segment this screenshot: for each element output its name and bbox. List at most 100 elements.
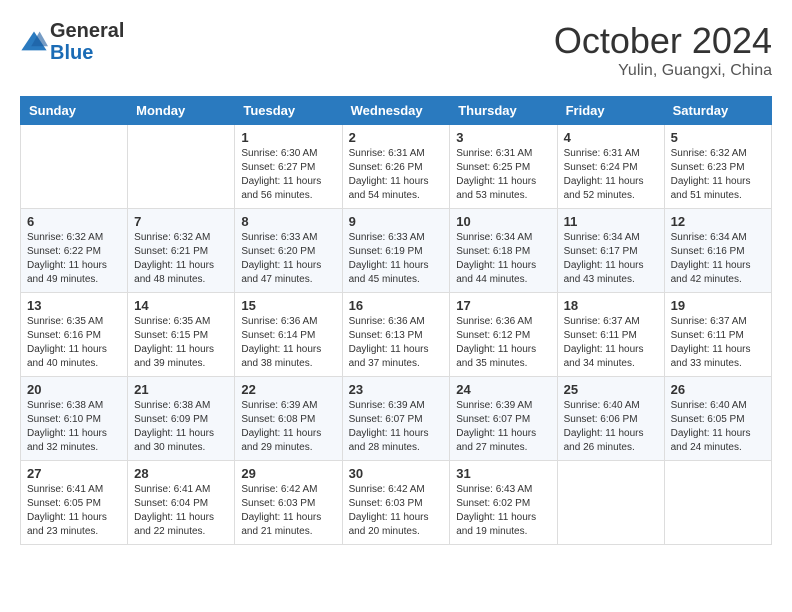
day-number: 25 xyxy=(564,382,658,397)
table-row: 18 Sunrise: 6:37 AMSunset: 6:11 PMDayligh… xyxy=(557,293,664,377)
col-wednesday: Wednesday xyxy=(342,97,450,125)
header: General Blue October 2024 Yulin, Guangxi… xyxy=(20,20,772,80)
day-info: Sunrise: 6:31 AMSunset: 6:26 PMDaylight:… xyxy=(349,147,444,203)
day-info: Sunrise: 6:42 AMSunset: 6:03 PMDaylight:… xyxy=(349,483,444,539)
day-info: Sunrise: 6:30 AMSunset: 6:27 PMDaylight:… xyxy=(241,147,335,203)
logo-general: General xyxy=(50,20,124,42)
logo-icon xyxy=(20,28,48,56)
day-number: 15 xyxy=(241,298,335,313)
table-row: 20 Sunrise: 6:38 AMSunset: 6:10 PMDayligh… xyxy=(21,377,128,461)
table-row: 13 Sunrise: 6:35 AMSunset: 6:16 PMDayligh… xyxy=(21,293,128,377)
table-row: 16Sunrise: 6:36 AMSunset: 6:13 PMDayligh… xyxy=(342,293,450,377)
day-number: 14 xyxy=(134,298,228,313)
day-info: Sunrise: 6:34 AMSunset: 6:18 PMDaylight:… xyxy=(456,231,550,287)
day-info: Sunrise: 6:34 AMSunset: 6:16 PMDaylight:… xyxy=(671,231,765,287)
day-info: Sunrise: 6:37 AMSunset: 6:11 PMDaylight:… xyxy=(671,315,765,371)
calendar-week-row: 20 Sunrise: 6:38 AMSunset: 6:10 PMDayligh… xyxy=(21,377,772,461)
table-row: 28 Sunrise: 6:41 AMSunset: 6:04 PMDayligh… xyxy=(128,461,235,545)
table-row: 6 Sunrise: 6:32 AMSunset: 6:22 PMDaylight… xyxy=(21,209,128,293)
day-info: Sunrise: 6:32 AMSunset: 6:21 PMDaylight:… xyxy=(134,231,228,287)
table-row: 5Sunrise: 6:32 AMSunset: 6:23 PMDaylight… xyxy=(664,125,771,209)
table-row: 22 Sunrise: 6:39 AMSunset: 6:08 PMDayligh… xyxy=(235,377,342,461)
day-number: 26 xyxy=(671,382,765,397)
calendar-week-row: 13 Sunrise: 6:35 AMSunset: 6:16 PMDayligh… xyxy=(21,293,772,377)
location: Yulin, Guangxi, China xyxy=(554,62,772,80)
day-number: 13 xyxy=(27,298,121,313)
day-number: 6 xyxy=(27,214,121,229)
table-row: 27 Sunrise: 6:41 AMSunset: 6:05 PMDayligh… xyxy=(21,461,128,545)
calendar-week-row: 1 Sunrise: 6:30 AMSunset: 6:27 PMDaylight… xyxy=(21,125,772,209)
table-row xyxy=(128,125,235,209)
col-saturday: Saturday xyxy=(664,97,771,125)
day-info: Sunrise: 6:39 AMSunset: 6:07 PMDaylight:… xyxy=(349,399,444,455)
logo-text: General Blue xyxy=(50,20,124,64)
day-info: Sunrise: 6:31 AMSunset: 6:24 PMDaylight:… xyxy=(564,147,658,203)
day-info: Sunrise: 6:36 AMSunset: 6:14 PMDaylight:… xyxy=(241,315,335,371)
table-row: 30 Sunrise: 6:42 AMSunset: 6:03 PMDayligh… xyxy=(342,461,450,545)
month-year: October 2024 xyxy=(554,20,772,62)
day-number: 3 xyxy=(456,130,550,145)
table-row: 15 Sunrise: 6:36 AMSunset: 6:14 PMDayligh… xyxy=(235,293,342,377)
day-info: Sunrise: 6:36 AMSunset: 6:12 PMDaylight:… xyxy=(456,315,550,371)
table-row: 17 Sunrise: 6:36 AMSunset: 6:12 PMDayligh… xyxy=(450,293,557,377)
day-info: Sunrise: 6:37 AMSunset: 6:11 PMDaylight:… xyxy=(564,315,658,371)
day-number: 28 xyxy=(134,466,228,481)
day-info: Sunrise: 6:41 AMSunset: 6:05 PMDaylight:… xyxy=(27,483,121,539)
day-info: Sunrise: 6:33 AMSunset: 6:20 PMDaylight:… xyxy=(241,231,335,287)
table-row: 23 Sunrise: 6:39 AMSunset: 6:07 PMDayligh… xyxy=(342,377,450,461)
table-row: 7Sunrise: 6:32 AMSunset: 6:21 PMDaylight… xyxy=(128,209,235,293)
day-info: Sunrise: 6:40 AMSunset: 6:06 PMDaylight:… xyxy=(564,399,658,455)
calendar-week-row: 27 Sunrise: 6:41 AMSunset: 6:05 PMDayligh… xyxy=(21,461,772,545)
day-number: 8 xyxy=(241,214,335,229)
col-monday: Monday xyxy=(128,97,235,125)
logo: General Blue xyxy=(20,20,124,64)
table-row: 11Sunrise: 6:34 AMSunset: 6:17 PMDayligh… xyxy=(557,209,664,293)
day-number: 18 xyxy=(564,298,658,313)
day-number: 27 xyxy=(27,466,121,481)
day-info: Sunrise: 6:32 AMSunset: 6:22 PMDaylight:… xyxy=(27,231,121,287)
day-number: 19 xyxy=(671,298,765,313)
table-row: 19 Sunrise: 6:37 AMSunset: 6:11 PMDayligh… xyxy=(664,293,771,377)
table-row: 21Sunrise: 6:38 AMSunset: 6:09 PMDayligh… xyxy=(128,377,235,461)
table-row: 14 Sunrise: 6:35 AMSunset: 6:15 PMDayligh… xyxy=(128,293,235,377)
calendar-header-row: Sunday Monday Tuesday Wednesday Thursday… xyxy=(21,97,772,125)
day-number: 21 xyxy=(134,382,228,397)
day-info: Sunrise: 6:33 AMSunset: 6:19 PMDaylight:… xyxy=(349,231,444,287)
table-row: 12Sunrise: 6:34 AMSunset: 6:16 PMDayligh… xyxy=(664,209,771,293)
day-info: Sunrise: 6:31 AMSunset: 6:25 PMDaylight:… xyxy=(456,147,550,203)
day-number: 20 xyxy=(27,382,121,397)
col-tuesday: Tuesday xyxy=(235,97,342,125)
table-row: 9Sunrise: 6:33 AMSunset: 6:19 PMDaylight… xyxy=(342,209,450,293)
table-row xyxy=(557,461,664,545)
day-info: Sunrise: 6:40 AMSunset: 6:05 PMDaylight:… xyxy=(671,399,765,455)
day-info: Sunrise: 6:38 AMSunset: 6:10 PMDaylight:… xyxy=(27,399,121,455)
calendar-week-row: 6 Sunrise: 6:32 AMSunset: 6:22 PMDaylight… xyxy=(21,209,772,293)
day-info: Sunrise: 6:39 AMSunset: 6:08 PMDaylight:… xyxy=(241,399,335,455)
day-number: 23 xyxy=(349,382,444,397)
day-number: 17 xyxy=(456,298,550,313)
table-row: 4 Sunrise: 6:31 AMSunset: 6:24 PMDaylight… xyxy=(557,125,664,209)
table-row: 1 Sunrise: 6:30 AMSunset: 6:27 PMDaylight… xyxy=(235,125,342,209)
day-info: Sunrise: 6:36 AMSunset: 6:13 PMDaylight:… xyxy=(349,315,444,371)
day-info: Sunrise: 6:35 AMSunset: 6:16 PMDaylight:… xyxy=(27,315,121,371)
table-row: 25 Sunrise: 6:40 AMSunset: 6:06 PMDayligh… xyxy=(557,377,664,461)
day-number: 30 xyxy=(349,466,444,481)
calendar-table: Sunday Monday Tuesday Wednesday Thursday… xyxy=(20,96,772,545)
day-info: Sunrise: 6:32 AMSunset: 6:23 PMDaylight:… xyxy=(671,147,765,203)
day-info: Sunrise: 6:41 AMSunset: 6:04 PMDaylight:… xyxy=(134,483,228,539)
col-sunday: Sunday xyxy=(21,97,128,125)
table-row: 8 Sunrise: 6:33 AMSunset: 6:20 PMDaylight… xyxy=(235,209,342,293)
day-info: Sunrise: 6:43 AMSunset: 6:02 PMDaylight:… xyxy=(456,483,550,539)
day-info: Sunrise: 6:35 AMSunset: 6:15 PMDaylight:… xyxy=(134,315,228,371)
table-row: 24 Sunrise: 6:39 AMSunset: 6:07 PMDayligh… xyxy=(450,377,557,461)
day-number: 22 xyxy=(241,382,335,397)
col-thursday: Thursday xyxy=(450,97,557,125)
table-row: 2Sunrise: 6:31 AMSunset: 6:26 PMDaylight… xyxy=(342,125,450,209)
day-number: 24 xyxy=(456,382,550,397)
day-number: 1 xyxy=(241,130,335,145)
day-number: 29 xyxy=(241,466,335,481)
table-row: 31Sunrise: 6:43 AMSunset: 6:02 PMDayligh… xyxy=(450,461,557,545)
day-number: 4 xyxy=(564,130,658,145)
logo-blue: Blue xyxy=(50,42,93,64)
day-info: Sunrise: 6:39 AMSunset: 6:07 PMDaylight:… xyxy=(456,399,550,455)
